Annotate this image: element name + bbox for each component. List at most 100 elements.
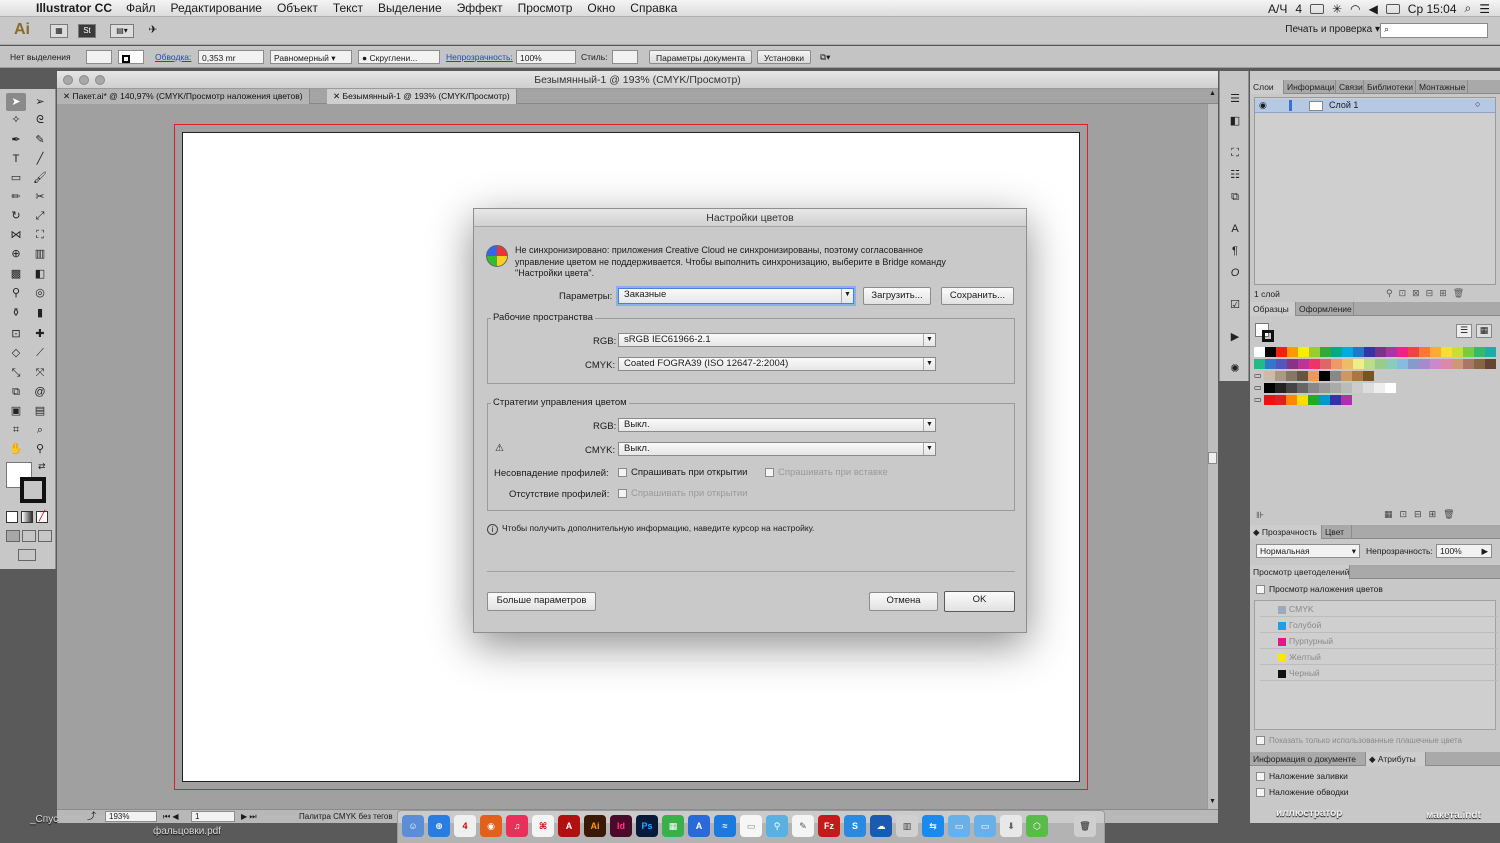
ask-when-opening-option[interactable]: Спрашивать при открытии (618, 467, 748, 478)
acrobat-pro-icon[interactable]: A (558, 815, 580, 837)
swatch[interactable] (1287, 347, 1298, 357)
menu-icon[interactable]: ☰ (1227, 91, 1243, 107)
swatches-footer-icons[interactable]: ▦⊡⊟⊞🗑 (1384, 509, 1462, 520)
save-button[interactable]: Сохранить... (941, 287, 1014, 305)
overprint-preview-option[interactable]: Просмотр наложения цветов (1256, 584, 1383, 595)
maps-icon[interactable]: ▦ (662, 815, 684, 837)
opentype-panel-icon[interactable]: O (1227, 265, 1243, 281)
swatch[interactable] (1330, 383, 1341, 393)
bridge-icon[interactable]: ▦ (50, 24, 68, 38)
stroke-overprint-option[interactable]: Наложение обводки (1256, 787, 1348, 798)
ask-when-pasting-option[interactable]: Спрашивать при вставке (765, 467, 888, 478)
artboard-number-field[interactable]: 1 (191, 811, 235, 822)
swatch[interactable] (1264, 383, 1275, 393)
screen-mode-icon[interactable] (18, 549, 36, 561)
menu-window[interactable]: Окно (587, 1, 615, 15)
input-language[interactable]: А/Ч (1268, 2, 1287, 16)
swap-colors-icon[interactable]: ⇄ (38, 461, 46, 472)
swatch[interactable] (1309, 347, 1320, 357)
zoom-tool-icon[interactable]: ⚲ (30, 440, 50, 458)
crop-tool-icon[interactable]: ⌗ (6, 421, 26, 439)
swatch[interactable] (1275, 383, 1286, 393)
ok-button[interactable]: OK (944, 591, 1015, 612)
swatch[interactable] (1352, 383, 1363, 393)
appstore-icon[interactable]: A (688, 815, 710, 837)
missing-ask-when-opening-checkbox[interactable] (618, 488, 627, 498)
swatch[interactable] (1363, 371, 1374, 381)
separation-row-cmyk[interactable]: CMYK (1260, 601, 1498, 617)
menu-app-name[interactable]: Illustrator CC (36, 1, 112, 15)
swatch[interactable] (1474, 347, 1485, 357)
layers-footer-icons[interactable]: ⚲⊡⊠⊟⊞🗑 (1386, 288, 1470, 299)
swatch[interactable] (1275, 395, 1286, 405)
search-input[interactable]: ⌕ (1380, 23, 1488, 38)
downloads-folder-icon[interactable]: ▭ (974, 815, 996, 837)
close-window-icon[interactable] (63, 75, 73, 85)
fill-swatch[interactable] (86, 50, 112, 64)
swatch[interactable] (1485, 359, 1496, 369)
folder-icon[interactable]: ▭ (948, 815, 970, 837)
swatch[interactable] (1386, 359, 1397, 369)
swatch[interactable] (1341, 383, 1352, 393)
swatch[interactable] (1375, 347, 1386, 357)
arrange-documents-icon[interactable]: ▤▾ (110, 24, 134, 38)
swatch[interactable] (1319, 395, 1330, 405)
preview-icon[interactable]: ⚲ (766, 815, 788, 837)
swatch[interactable] (1297, 371, 1308, 381)
pencil-tool-icon[interactable]: ✏ (6, 188, 26, 206)
swatch[interactable] (1386, 347, 1397, 357)
swatch[interactable] (1408, 359, 1419, 369)
swatch[interactable] (1265, 359, 1276, 369)
artboards-panel-icon[interactable]: ◧ (1227, 113, 1243, 129)
swatch[interactable] (1463, 347, 1474, 357)
swatch-libraries-icon[interactable]: ⊪ (1256, 510, 1264, 521)
swatch[interactable] (1319, 371, 1330, 381)
stock-icon[interactable]: St (78, 24, 96, 38)
swatch[interactable] (1286, 371, 1297, 381)
swatch[interactable] (1308, 395, 1319, 405)
swatch[interactable] (1265, 347, 1276, 357)
properties-panel-icon[interactable]: ✺ (1227, 361, 1243, 377)
variable-width-profile[interactable]: Равномерный ▾ (270, 50, 352, 64)
battery-icon[interactable] (1385, 3, 1400, 14)
ask-when-opening-checkbox[interactable] (618, 467, 627, 477)
scale-tool-icon[interactable]: ⤢ (30, 207, 50, 225)
swatch[interactable] (1254, 347, 1265, 357)
illustrator-dock-icon[interactable]: Ai (584, 815, 606, 837)
swatch[interactable] (1297, 383, 1308, 393)
show-used-spot-option[interactable]: Показать только использованные плашечные… (1256, 736, 1462, 746)
cmyk-working-space-select[interactable]: Coated FOGRA39 (ISO 12647-2:2004) ▼ (618, 357, 936, 371)
line-tool-icon[interactable]: ╱ (30, 150, 50, 168)
more-options-button[interactable]: Больше параметров (487, 592, 596, 611)
swatch[interactable] (1287, 359, 1298, 369)
volume-icon[interactable]: ◀ (1369, 2, 1378, 16)
layer-target-icon[interactable]: ○ (1475, 99, 1480, 109)
transform-panel-icon[interactable]: ⛶ (1227, 145, 1243, 161)
swatch[interactable] (1298, 347, 1309, 357)
color-mode-icon[interactable] (6, 511, 18, 523)
menu-effect[interactable]: Эффект (457, 1, 503, 15)
show-used-spot-checkbox[interactable] (1256, 736, 1265, 746)
pen-tool-icon[interactable]: ✒ (6, 131, 26, 149)
gradient-tool-icon[interactable]: ◧ (30, 265, 50, 283)
tab-attributes[interactable]: ◆ Атрибуты (1366, 752, 1426, 766)
paintbrush-tool-icon[interactable]: 🖌 (30, 169, 50, 187)
panel-menu-icon[interactable]: ⧉▾ (820, 50, 830, 64)
swatch[interactable] (1276, 347, 1287, 357)
twirl-tool-icon[interactable]: @ (30, 383, 50, 401)
blend-mode-select[interactable]: Нормальная ▾ (1256, 544, 1360, 558)
trash-icon[interactable]: 🗑 (1074, 815, 1096, 837)
tab-layers[interactable]: Слои (1250, 80, 1284, 94)
desktop-item-spus[interactable]: _Спус (30, 814, 58, 825)
gpu-performance-icon[interactable]: ✈ (144, 24, 162, 38)
opacity-label[interactable]: Непрозрачность: (446, 50, 513, 64)
swatch[interactable] (1474, 359, 1485, 369)
magic-wand-tool-icon[interactable]: ✧ (6, 111, 26, 129)
swatch[interactable] (1375, 359, 1386, 369)
swatch[interactable] (1441, 347, 1452, 357)
filezilla-icon[interactable]: Fz (818, 815, 840, 837)
symbol-sprayer-tool-icon[interactable]: ⚱ (6, 304, 26, 322)
cloud-icon[interactable] (1310, 3, 1325, 14)
draw-behind-icon[interactable] (22, 530, 36, 542)
swatch[interactable] (1363, 383, 1374, 393)
